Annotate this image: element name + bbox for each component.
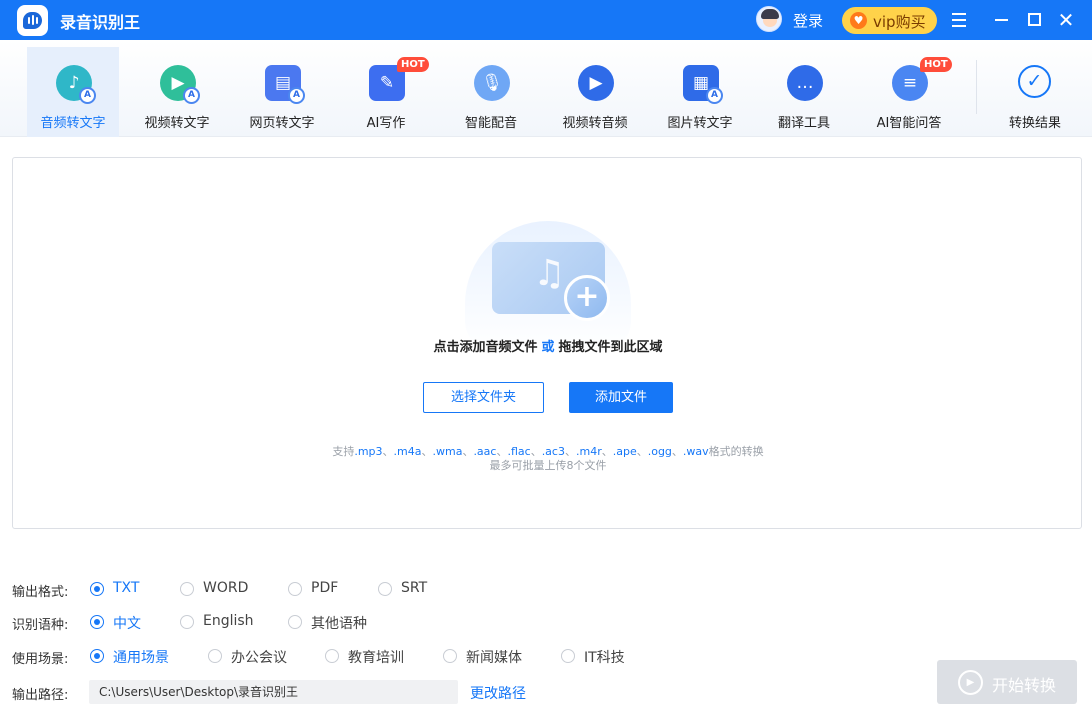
tool-ai-qa[interactable]: ≡ HOT AI智能问答	[863, 47, 955, 137]
tool-audio-to-text[interactable]: ♪ A 音频转文字	[27, 47, 119, 137]
output-format-label: 输出格式:	[12, 585, 69, 600]
change-path-link[interactable]: 更改路径	[470, 683, 526, 703]
radio-dot	[561, 649, 575, 663]
hot-badge: HOT	[397, 57, 429, 72]
language-label: 识别语种:	[12, 618, 69, 633]
login-link[interactable]: 登录	[793, 10, 823, 31]
start-conversion-button[interactable]: ▶ 开始转换	[937, 660, 1077, 704]
audio-to-text-icon: ♪ A	[56, 65, 96, 104]
menu-icon[interactable]	[950, 10, 970, 30]
radio-dot	[180, 615, 194, 629]
tool-label: 网页转文字	[249, 116, 315, 131]
feature-toolbar: ♪ A 音频转文字 ▶ A 视频转文字 ▤ A 网页转文字 ✎ HOT AI写作 🎙 智能配音 ▶ 视频转音频…	[0, 40, 1092, 137]
maximize-icon[interactable]	[1025, 10, 1045, 30]
image-to-text-icon: ▦ A	[683, 65, 723, 104]
radio-dot	[90, 649, 104, 663]
tool-video-to-audio[interactable]: ▶ 视频转音频	[549, 47, 641, 137]
upload-limit-note: 最多可批量上传8个文件	[489, 459, 607, 472]
radio-label: 其他语种	[311, 616, 367, 632]
tool-label: 图片转文字	[667, 116, 733, 131]
tool-label: AI智能问答	[876, 116, 942, 131]
tool-label: 智能配音	[464, 116, 517, 131]
radio-label: English	[203, 613, 254, 629]
check-circle-icon: ✓	[1018, 65, 1051, 98]
video-to-audio-icon: ▶	[578, 65, 614, 101]
radio-label: 通用场景	[113, 650, 169, 666]
radio-label: 办公会议	[231, 650, 287, 666]
tool-translate[interactable]: … 翻译工具	[758, 47, 850, 137]
output-path-label: 输出路径:	[12, 688, 69, 703]
tool-label: AI写作	[366, 116, 406, 131]
radio-dot	[90, 582, 104, 596]
radio-label: PDF	[311, 580, 339, 596]
play-icon: ▶	[958, 670, 983, 695]
radio-label: SRT	[401, 580, 428, 596]
radio-dot	[443, 649, 457, 663]
vip-purchase-button[interactable]: ♥ vip购买	[842, 7, 937, 34]
title-bar: 录音识别王 登录 ♥ vip购买 ✕	[0, 0, 1092, 40]
tool-conversion-result[interactable]: ✓ 转换结果	[990, 47, 1080, 137]
tool-label: 音频转文字	[40, 116, 106, 131]
radio-dot	[378, 582, 392, 596]
radio-dot	[325, 649, 339, 663]
radio-dot	[180, 582, 194, 596]
tool-smart-dubbing[interactable]: 🎙 智能配音	[445, 47, 537, 137]
radio-label: WORD	[203, 580, 249, 596]
user-avatar[interactable]	[756, 6, 782, 32]
output-path-field[interactable]: C:\Users\User\Desktop\录音识别王	[89, 680, 458, 704]
tool-video-to-text[interactable]: ▶ A 视频转文字	[131, 47, 223, 137]
hot-badge: HOT	[920, 57, 952, 72]
radio-label: TXT	[113, 580, 140, 596]
close-icon[interactable]: ✕	[1056, 10, 1076, 30]
tool-label: 翻译工具	[777, 116, 830, 131]
tool-ai-writing[interactable]: ✎ HOT AI写作	[340, 47, 432, 137]
add-plus-icon[interactable]: +	[564, 275, 610, 321]
app-logo	[17, 5, 48, 36]
radio-dot	[288, 615, 302, 629]
minimize-icon[interactable]	[992, 10, 1012, 30]
microphone-icon: 🎙	[474, 65, 510, 101]
radio-dot	[208, 649, 222, 663]
tool-label-conversion-result: 转换结果	[1008, 116, 1061, 131]
tool-label: 视频转音频	[562, 116, 628, 131]
add-file-button[interactable]: 添加文件	[569, 382, 673, 413]
radio-label: 教育培训	[348, 650, 404, 666]
tool-label: 视频转文字	[144, 116, 210, 131]
translate-icon: …	[787, 65, 823, 101]
radio-dot	[288, 582, 302, 596]
toolbar-divider	[976, 60, 977, 114]
radio-dot	[90, 615, 104, 629]
radio-label: 新闻媒体	[466, 650, 522, 666]
webpage-to-text-icon: ▤ A	[265, 65, 305, 104]
scene-label: 使用场景:	[12, 652, 69, 667]
or-text: 或	[541, 340, 555, 355]
file-drop-zone[interactable]: ♫ + 点击添加音频文件或拖拽文件到此区域 选择文件夹 添加文件 支持.mp3、…	[12, 157, 1082, 529]
vip-heart-icon: ♥	[850, 12, 867, 29]
video-to-text-icon: ▶ A	[160, 65, 200, 104]
select-folder-button[interactable]: 选择文件夹	[423, 382, 544, 413]
app-title: 录音识别王	[60, 13, 141, 32]
radio-label: 中文	[113, 616, 141, 632]
tool-image-to-text[interactable]: ▦ A 图片转文字	[654, 47, 746, 137]
music-note-icon: ♫	[533, 253, 566, 294]
drop-hint: 点击添加音频文件或拖拽文件到此区域	[433, 340, 663, 355]
radio-label: IT科技	[584, 650, 625, 666]
tool-webpage-to-text[interactable]: ▤ A 网页转文字	[236, 47, 328, 137]
